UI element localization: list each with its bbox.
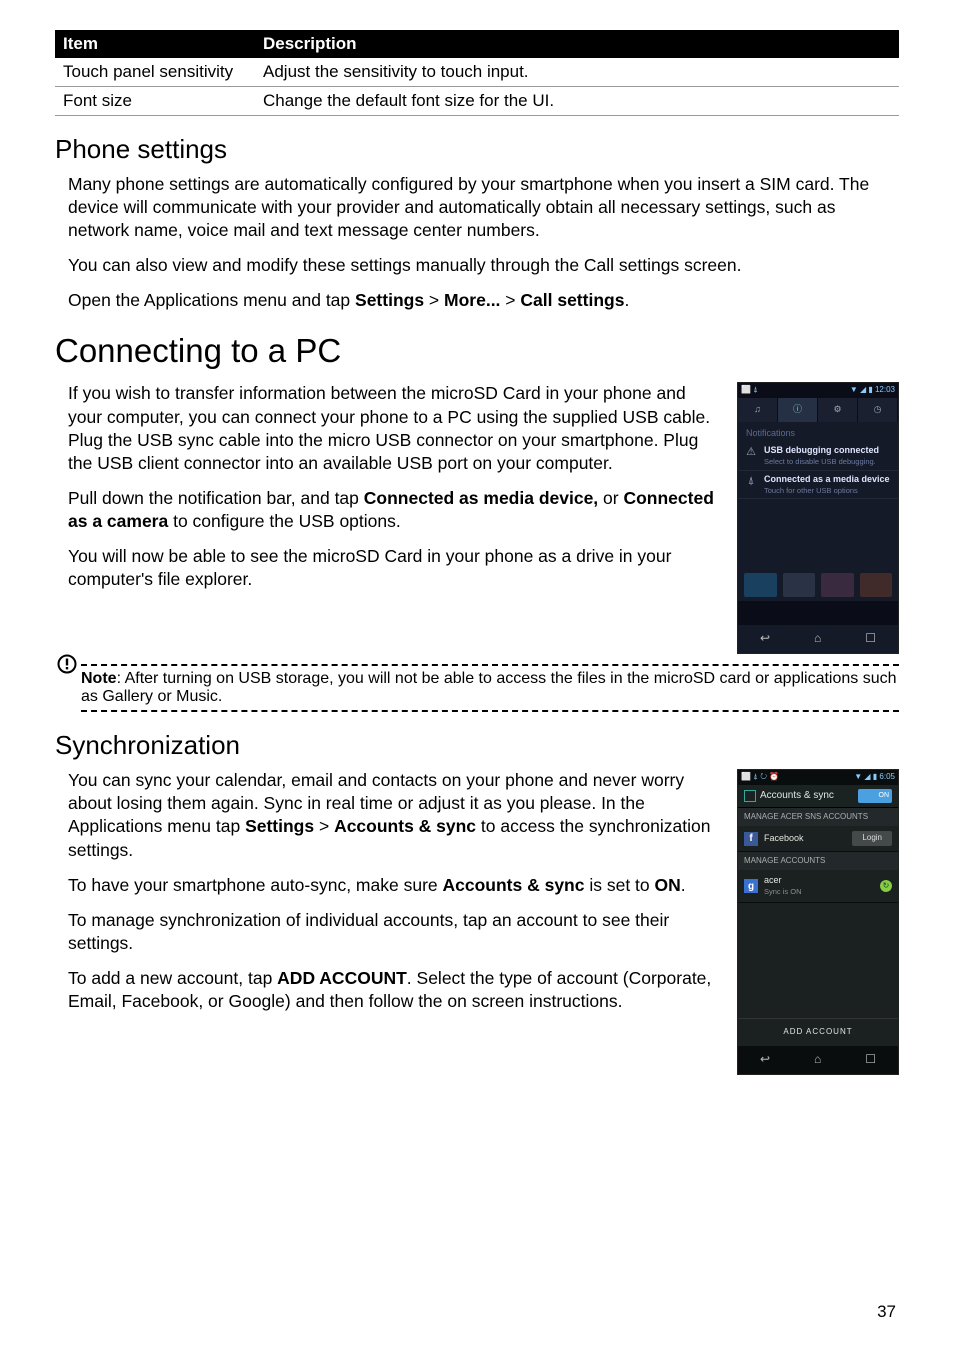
section-header: MANAGE ACCOUNTS <box>738 852 898 871</box>
notification-title: Connected as a media device <box>764 474 890 486</box>
notification-item[interactable]: ⍋ Connected as a media device Touch for … <box>738 471 898 500</box>
paragraph: You can sync your calendar, email and co… <box>68 769 719 861</box>
page-number: 37 <box>877 1302 896 1322</box>
settings-icon <box>744 790 756 802</box>
paragraph: To manage synchronization of individual … <box>68 909 719 955</box>
note-body: : After turning on USB storage, you will… <box>81 670 897 705</box>
paragraph: You will now be able to see the microSD … <box>68 545 719 591</box>
music-tab-icon[interactable]: ♫ <box>738 398 778 422</box>
synchronization-heading: Synchronization <box>55 730 899 761</box>
notification-subtitle: Select to disable USB debugging. <box>764 457 879 467</box>
app-tile[interactable] <box>783 573 816 597</box>
clock-tab-icon[interactable]: ◷ <box>858 398 898 422</box>
notification-tabs: ♫ ⓘ ⚙ ◷ <box>738 398 898 422</box>
back-icon[interactable]: ↩ <box>760 1052 770 1068</box>
status-icons-right: ▼ ◢ ▮ 12:03 <box>850 385 895 396</box>
recent-icon[interactable]: ☐ <box>865 1052 876 1068</box>
notification-subtitle: Touch for other USB options <box>764 486 890 496</box>
background-area <box>738 499 898 569</box>
paragraph: Pull down the notification bar, and tap … <box>68 487 719 533</box>
home-icon[interactable]: ⌂ <box>814 1052 821 1068</box>
table-row: Touch panel sensitivity Adjust the sensi… <box>55 58 899 87</box>
paragraph: To have your smartphone auto-sync, make … <box>68 874 719 897</box>
warning-icon <box>53 654 81 679</box>
table-cell-desc: Adjust the sensitivity to touch input. <box>255 58 899 87</box>
table-cell-desc: Change the default font size for the UI. <box>255 87 899 116</box>
account-name: Facebook <box>764 833 804 845</box>
paragraph: Open the Applications menu and tap Setti… <box>68 289 899 312</box>
note-label: Note <box>81 670 117 687</box>
table-cell-item: Font size <box>55 87 255 116</box>
facebook-icon: f <box>744 832 758 846</box>
screenshot-accounts-sync: ⬜ ⍋ ↻ ⏰ ▼ ◢ ▮ 6:05 Accounts & sync ON MA… <box>737 769 899 1074</box>
usb-media-icon: ⍋ <box>744 474 758 489</box>
screenshot-notifications-panel: ⬜ ⍋ ▼ ◢ ▮ 12:03 ♫ ⓘ ⚙ ◷ Notifications ⚠ … <box>737 382 899 654</box>
settings-table: Item Description Touch panel sensitivity… <box>55 30 899 116</box>
account-name: acer <box>764 875 782 885</box>
status-bar: ⬜ ⍋ ↻ ⏰ ▼ ◢ ▮ 6:05 <box>738 770 898 785</box>
screen-title-bar: Accounts & sync ON <box>738 785 898 808</box>
info-tab-icon[interactable]: ⓘ <box>778 398 818 422</box>
paragraph: To add a new account, tap ADD ACCOUNT. S… <box>68 967 719 1013</box>
nav-bar: ↩ ⌂ ☐ <box>738 1046 898 1074</box>
empty-area <box>738 903 898 1018</box>
recent-icon[interactable]: ☐ <box>865 631 876 647</box>
settings-tab-icon[interactable]: ⚙ <box>818 398 858 422</box>
section-header: MANAGE ACER SNS ACCOUNTS <box>738 808 898 827</box>
app-tile[interactable] <box>860 573 893 597</box>
sync-toggle[interactable]: ON <box>858 789 892 803</box>
paragraph: Many phone settings are automatically co… <box>68 173 899 242</box>
status-icons-left: ⬜ ⍋ <box>741 385 758 396</box>
back-icon[interactable]: ↩ <box>760 631 770 647</box>
usb-debug-icon: ⚠ <box>744 445 758 460</box>
sync-status-icon: ↻ <box>880 880 892 892</box>
app-tile[interactable] <box>744 573 777 597</box>
status-bar: ⬜ ⍋ ▼ ◢ ▮ 12:03 <box>738 383 898 398</box>
dock-blur <box>738 601 898 625</box>
table-cell-item: Touch panel sensitivity <box>55 58 255 87</box>
login-button[interactable]: Login <box>852 831 892 846</box>
phone-settings-heading: Phone settings <box>55 134 899 165</box>
nav-bar: ↩ ⌂ ☐ <box>738 625 898 653</box>
add-account-button[interactable]: ADD ACCOUNT <box>738 1018 898 1046</box>
table-header-item: Item <box>55 30 255 58</box>
paragraph: You can also view and modify these setti… <box>68 254 899 277</box>
app-tiles <box>738 569 898 601</box>
status-icons-right: ▼ ◢ ▮ 6:05 <box>854 772 895 783</box>
paragraph: If you wish to transfer information betw… <box>68 382 719 474</box>
table-row: Font size Change the default font size f… <box>55 87 899 116</box>
notification-title: USB debugging connected <box>764 445 879 457</box>
account-status: Sync is ON <box>764 887 802 897</box>
notification-item[interactable]: ⚠ USB debugging connected Select to disa… <box>738 442 898 471</box>
account-row-acer[interactable]: g acer Sync is ON ↻ <box>738 870 898 903</box>
connecting-heading: Connecting to a PC <box>55 332 899 370</box>
google-icon: g <box>744 879 758 893</box>
home-icon[interactable]: ⌂ <box>814 631 821 647</box>
account-row-facebook[interactable]: f Facebook Login <box>738 826 898 852</box>
screen-title: Accounts & sync <box>760 789 834 802</box>
note-box: Note: After turning on USB storage, you … <box>81 664 899 712</box>
notifications-header: Notifications <box>738 422 898 442</box>
table-header-description: Description <box>255 30 899 58</box>
status-icons-left: ⬜ ⍋ ↻ ⏰ <box>741 772 779 783</box>
app-tile[interactable] <box>821 573 854 597</box>
